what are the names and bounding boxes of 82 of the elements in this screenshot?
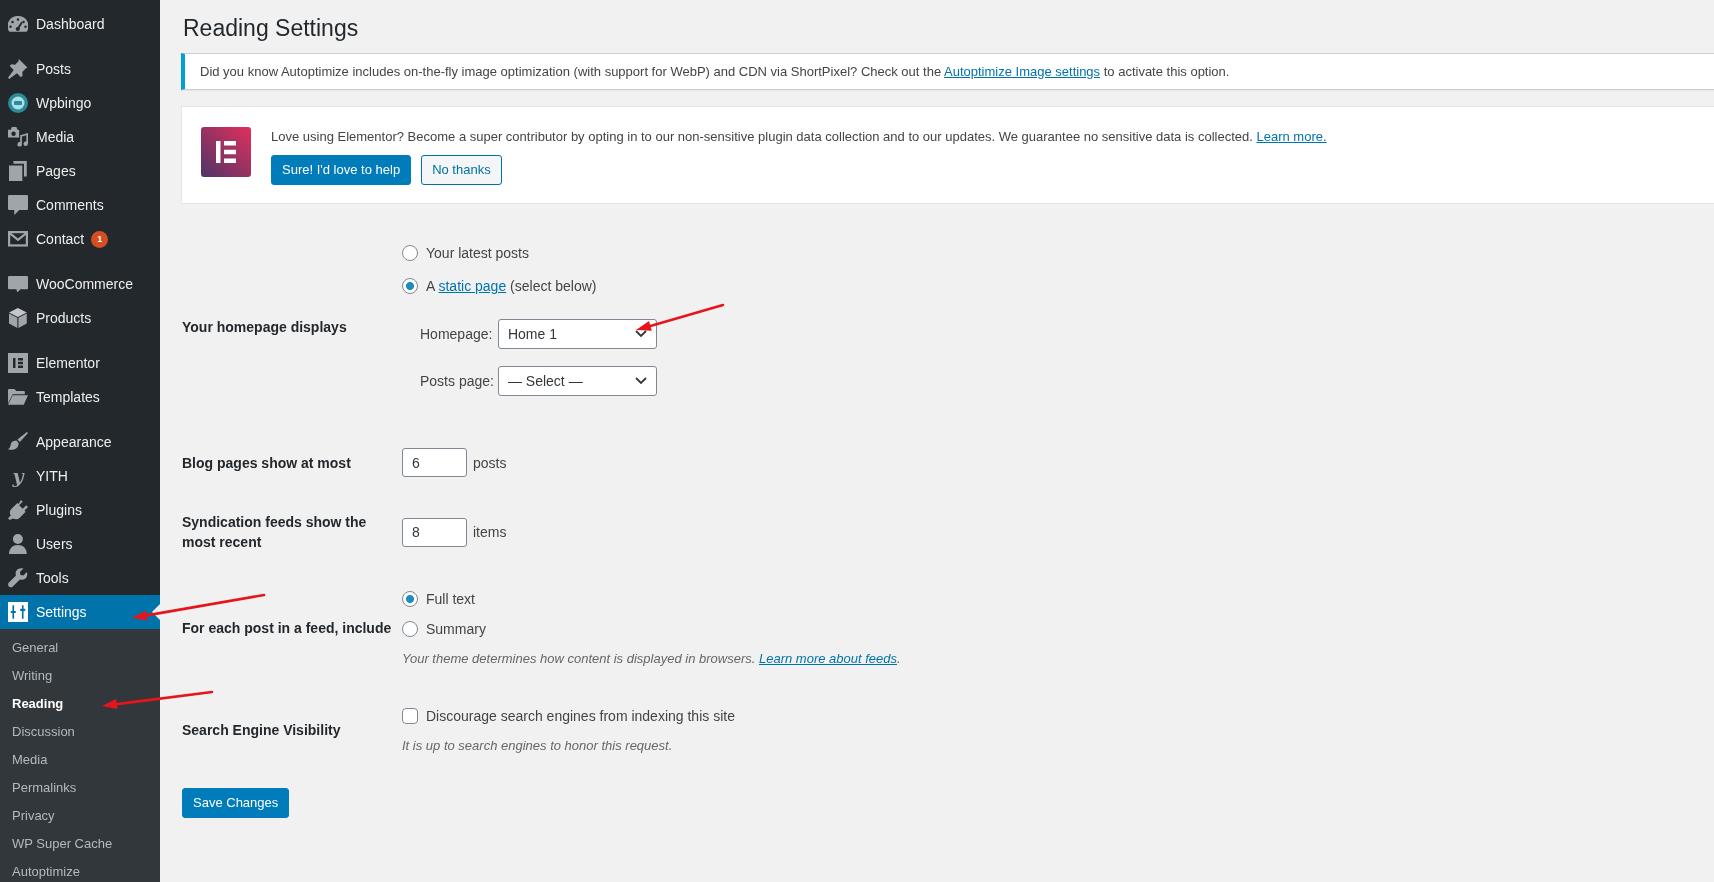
radio-label[interactable]: Full text [426, 589, 475, 610]
radio-button[interactable] [402, 621, 418, 638]
speech-bubble-icon [8, 195, 28, 215]
submenu-item[interactable]: Discussion [12, 723, 75, 741]
setting-label: Syndication feeds show the most recent [182, 513, 368, 553]
dropdown-field[interactable]: Home 1 [497, 319, 657, 350]
menu-item[interactable]: Appearance [0, 425, 160, 459]
select-label: Homepage: [420, 326, 494, 343]
notice-text: Did you know Autoptimize includes on-the-fly image optimization (with support for WebP) and CDN via ShortPixel? Check out the Autoptimize Image settings to activate this option. [200, 62, 1231, 81]
camera-note-icon [8, 127, 28, 147]
menu-item[interactable]: WooCommerce [0, 267, 160, 301]
submenu-item[interactable]: Permalinks [12, 779, 77, 797]
unit-label: posts [473, 454, 507, 471]
checkbox[interactable] [402, 707, 418, 724]
menu-item[interactable]: Users [0, 527, 160, 561]
page-title: Reading Settings [182, 14, 360, 43]
count-badge: 1 [91, 230, 109, 248]
settings-link[interactable]: Autoptimize Image settings [944, 63, 1101, 79]
pointer-icon [152, 604, 160, 620]
submenu-item[interactable]: Privacy [12, 807, 55, 825]
folder-icon [8, 389, 28, 405]
decline-button[interactable]: No thanks [421, 155, 502, 186]
setting-label: For each post in a feed, include [182, 619, 392, 639]
menu-item[interactable]: Wpbingo [0, 86, 160, 120]
logo-icon [201, 127, 251, 178]
menu-item[interactable]: Settings [0, 595, 160, 629]
notice-text: Love using Elementor? Become a super contributor by opting in to our non-sensitive plugin data collection and to our updates. We guarantee no sensitive data is collected. Learn more. [271, 128, 1327, 147]
envelope-icon [8, 231, 28, 247]
setting-label: Your homepage displays [182, 318, 348, 338]
number-field[interactable]: 8 [402, 517, 467, 547]
select-label: Posts page: [420, 373, 494, 390]
submenu-item[interactable]: Media [12, 751, 48, 769]
menu-item[interactable]: y YITH [0, 459, 160, 493]
learn-more-link[interactable]: Learn more. [1256, 129, 1327, 145]
menu-item[interactable]: Products [0, 301, 160, 335]
label-bubble-icon [8, 275, 28, 293]
radio-label[interactable]: A static page (select below) [426, 276, 597, 297]
menu-item[interactable]: Templates [0, 380, 160, 414]
radio-button[interactable] [402, 278, 418, 295]
description-text: It is up to search engines to honor this request. [402, 736, 674, 755]
setting-label: Blog pages show at most [182, 453, 352, 473]
chevron-down-icon [634, 377, 647, 386]
pages-icon [9, 161, 27, 181]
submenu-item[interactable]: Autoptimize [12, 863, 80, 881]
menu-item[interactable]: Contact 1 [0, 222, 160, 256]
unit-label: items [473, 524, 507, 541]
menu-item[interactable]: Comments [0, 188, 160, 222]
radio-button[interactable] [402, 245, 418, 262]
submenu-item[interactable]: Reading [12, 695, 64, 713]
menu-item[interactable]: Plugins [0, 493, 160, 527]
checkbox-label[interactable]: Discourage search engines from indexing this site [426, 705, 735, 726]
radio-label[interactable]: Your latest posts [426, 243, 529, 264]
box-icon [9, 308, 27, 328]
wrench-icon [8, 568, 28, 588]
square-bars-icon [8, 353, 28, 373]
chevron-down-icon [634, 330, 647, 339]
y-icon: y [12, 466, 24, 486]
round-logo-icon [8, 93, 28, 113]
radio-button[interactable] [402, 591, 418, 608]
radio-label[interactable]: Summary [426, 619, 486, 640]
description-text: Your theme determines how content is displayed in browsers. Learn more about feeds. [402, 650, 901, 669]
menu-item[interactable]: Media [0, 120, 160, 154]
menu-item[interactable]: Elementor [0, 346, 160, 380]
menu-item[interactable]: Posts [0, 52, 160, 86]
submenu-item[interactable]: WP Super Cache [12, 835, 113, 853]
submenu-item[interactable]: Writing [12, 667, 53, 685]
brush-icon [8, 432, 28, 452]
number-field[interactable]: 6 [402, 448, 467, 478]
person-icon [9, 534, 27, 554]
plug-icon [8, 500, 28, 520]
menu-item[interactable]: Tools [0, 561, 160, 595]
setting-label: Search Engine Visibility [182, 720, 342, 740]
accept-button[interactable]: Sure! I'd love to help [271, 155, 412, 186]
settings-icon [8, 602, 28, 622]
menu-item[interactable]: Dashboard [0, 7, 160, 41]
submenu-item[interactable]: General [12, 639, 59, 657]
gauge-icon [8, 15, 28, 33]
save-button[interactable]: Save Changes [182, 788, 290, 819]
static-page-link[interactable]: static page [438, 278, 507, 295]
pin-icon [8, 59, 28, 79]
dropdown-field[interactable]: — Select — [497, 366, 657, 397]
menu-item[interactable]: Pages [0, 154, 160, 188]
